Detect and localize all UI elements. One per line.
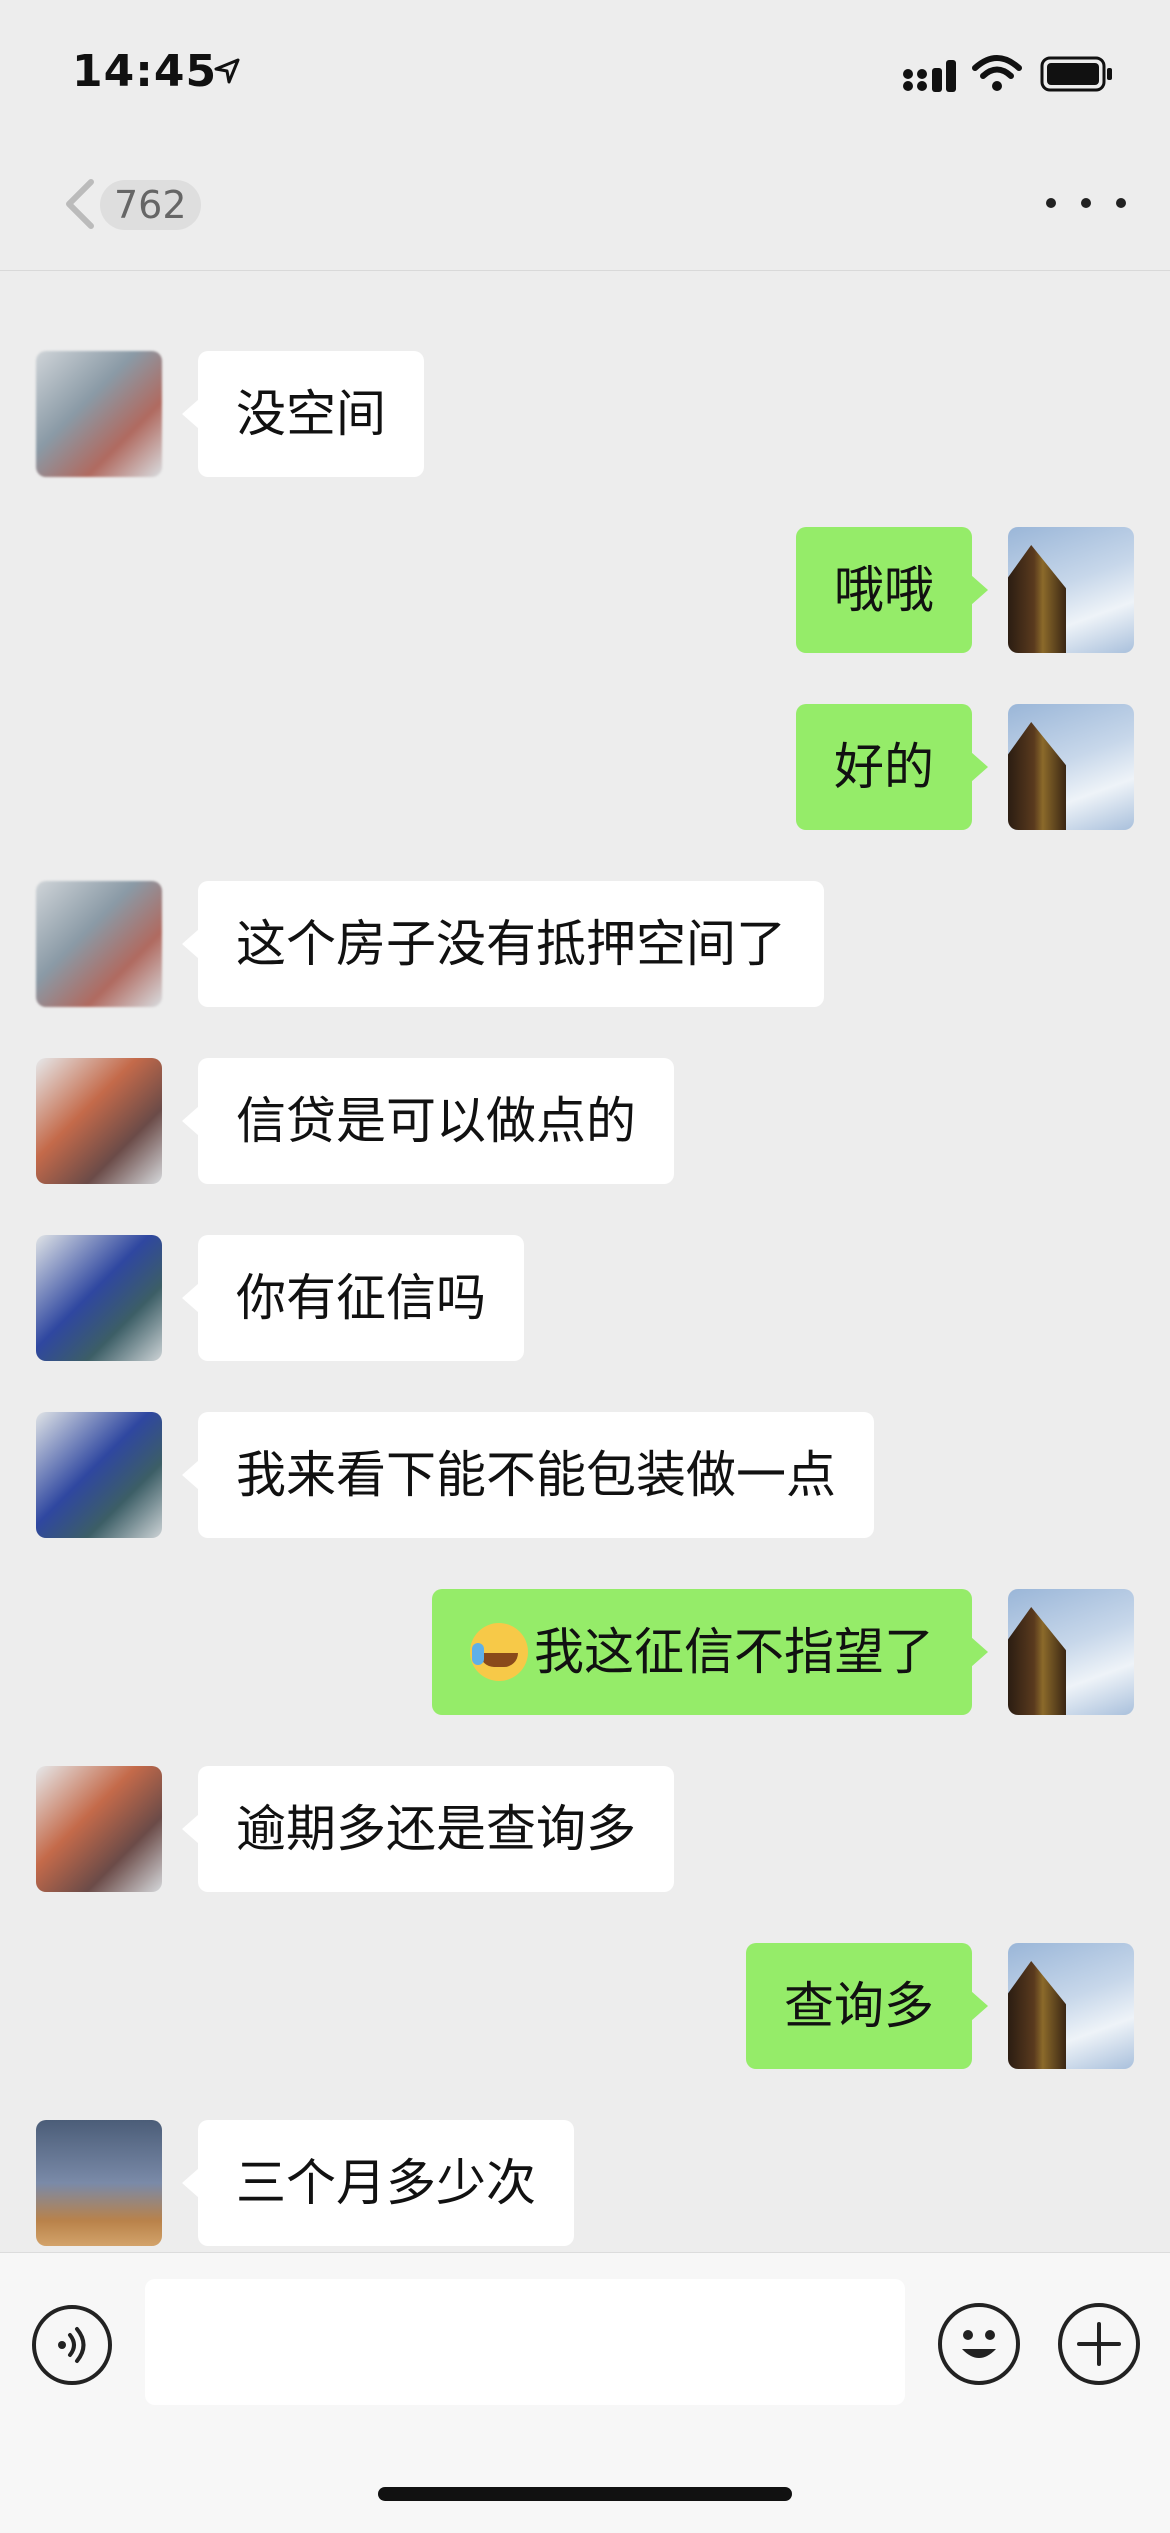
message-bubble[interactable]: 逾期多还是查询多 [182,1766,674,1892]
message-bubble[interactable]: 我这征信不指望了 [432,1589,988,1715]
avatar[interactable] [1008,527,1134,653]
avatar[interactable] [1008,1589,1134,1715]
message-input[interactable] [145,2279,905,2405]
chat-message-list[interactable]: 没空间 哦哦 好的 这个房子没有抵押空间了 信贷是可以做点的 你有征信吗 我来看… [0,271,1170,2251]
battery-icon [1040,56,1112,92]
more-options-button[interactable] [1046,178,1126,228]
message-bubble[interactable]: 查询多 [746,1943,988,2069]
status-bar: 14:45 [0,0,1170,140]
message-row: 我这征信不指望了 [0,1589,1170,1715]
status-time: 14:45 [72,46,218,97]
avatar[interactable] [36,881,162,1007]
message-bubble[interactable]: 没空间 [182,351,424,477]
avatar[interactable] [36,1766,162,1892]
message-bubble[interactable]: 你有征信吗 [182,1235,524,1361]
chat-header: 762 [0,140,1170,271]
message-row: 这个房子没有抵押空间了 [0,881,1170,1007]
message-bubble[interactable]: 好的 [796,704,988,830]
avatar[interactable] [36,1235,162,1361]
more-functions-button[interactable] [1058,2303,1140,2385]
message-row: 你有征信吗 [0,1235,1170,1361]
message-row: 查询多 [0,1943,1170,2069]
message-bubble[interactable]: 我来看下能不能包装做一点 [182,1412,874,1538]
avatar[interactable] [36,351,162,477]
message-row: 逾期多还是查询多 [0,1766,1170,1892]
cellular-signal-icon [903,60,956,92]
message-row: 好的 [0,704,1170,830]
more-dots-icon [1046,198,1056,208]
message-bubble[interactable]: 哦哦 [796,527,988,653]
avatar[interactable] [1008,1943,1134,2069]
avatar[interactable] [1008,704,1134,830]
message-text: 我这征信不指望了 [534,1623,934,1681]
avatar[interactable] [36,1058,162,1184]
chevron-left-icon [66,179,94,229]
avatar[interactable] [36,1412,162,1538]
home-indicator[interactable] [378,2487,792,2501]
emoji-button[interactable] [938,2303,1020,2385]
emoji-face-icon [962,2330,996,2358]
plus-circle-icon [1077,2322,1121,2366]
message-row: 哦哦 [0,527,1170,653]
wifi-icon [972,55,1022,91]
input-bar [0,2252,1170,2533]
message-bubble[interactable]: 这个房子没有抵押空间了 [182,881,824,1007]
voice-icon [58,2327,86,2363]
message-bubble[interactable]: 三个月多少次 [182,2120,574,2246]
voice-button[interactable] [32,2305,112,2385]
unread-count-badge[interactable]: 762 [100,180,201,230]
face-with-tears-icon [470,1622,528,1681]
avatar[interactable] [36,2120,162,2246]
location-arrow-icon [214,58,240,84]
message-row: 三个月多少次 [0,2120,1170,2246]
message-row: 信贷是可以做点的 [0,1058,1170,1184]
message-row: 没空间 [0,351,1170,477]
message-bubble[interactable]: 信贷是可以做点的 [182,1058,674,1184]
message-row: 我来看下能不能包装做一点 [0,1412,1170,1538]
